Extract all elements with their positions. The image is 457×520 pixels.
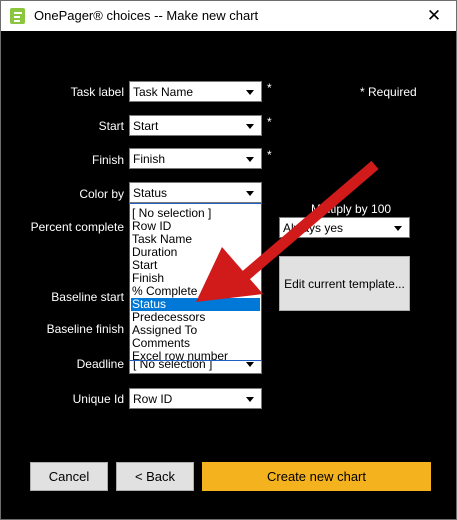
dialog-window: OnePager® choices -- Make new chart ✕ Ta… (0, 0, 457, 520)
task-label-label: Task label (70, 85, 124, 99)
chevron-down-icon (246, 191, 254, 196)
required-note: * Required (360, 85, 417, 99)
onepager-logo-icon (10, 8, 25, 24)
baseline-finish-label: Baseline finish (46, 322, 124, 336)
multiply-value: Always yes (283, 221, 344, 235)
multiply-select[interactable]: Always yes (279, 217, 410, 238)
color-by-select[interactable]: Status (129, 182, 262, 203)
color-by-value: Status (133, 186, 168, 200)
required-marker: * (267, 148, 272, 162)
finish-label: Finish (91, 153, 124, 167)
chevron-down-icon (246, 157, 254, 162)
baseline-start-label: Baseline start (51, 290, 124, 304)
close-button[interactable]: ✕ (412, 1, 456, 31)
cancel-button[interactable]: Cancel (30, 462, 108, 491)
chevron-down-icon (246, 90, 254, 95)
dropdown-option[interactable]: Excel row number (131, 350, 260, 363)
unique-id-value: Row ID (133, 392, 173, 406)
edit-template-button[interactable]: Edit current template... (279, 256, 410, 311)
start-label: Start (98, 119, 124, 133)
deadline-label: Deadline (76, 357, 124, 371)
finish-value: Finish (133, 152, 166, 166)
color-by-label: Color by (79, 187, 124, 201)
color-by-dropdown-list[interactable]: [ No selection ] Row ID Task Name Durati… (129, 203, 262, 363)
required-marker: * (267, 81, 272, 95)
create-chart-button[interactable]: Create new chart (202, 462, 431, 491)
window-title: OnePager® choices -- Make new chart (34, 8, 259, 23)
required-marker: * (267, 115, 272, 129)
unique-id-select[interactable]: Row ID (129, 388, 262, 409)
unique-id-label: Unique Id (72, 392, 124, 406)
chevron-down-icon (246, 124, 254, 129)
task-label-value: Task Name (133, 85, 194, 99)
title-bar: OnePager® choices -- Make new chart ✕ (1, 1, 456, 31)
start-select[interactable]: Start (129, 115, 262, 136)
start-value: Start (133, 119, 159, 133)
finish-select[interactable]: Finish (129, 148, 262, 169)
task-label-select[interactable]: Task Name (129, 81, 262, 102)
chevron-down-icon (394, 226, 402, 231)
multiply-label: Multiply by 100 (311, 202, 392, 216)
chevron-down-icon (246, 397, 254, 402)
percent-complete-label: Percent complete (30, 220, 124, 234)
back-button[interactable]: < Back (116, 462, 194, 491)
